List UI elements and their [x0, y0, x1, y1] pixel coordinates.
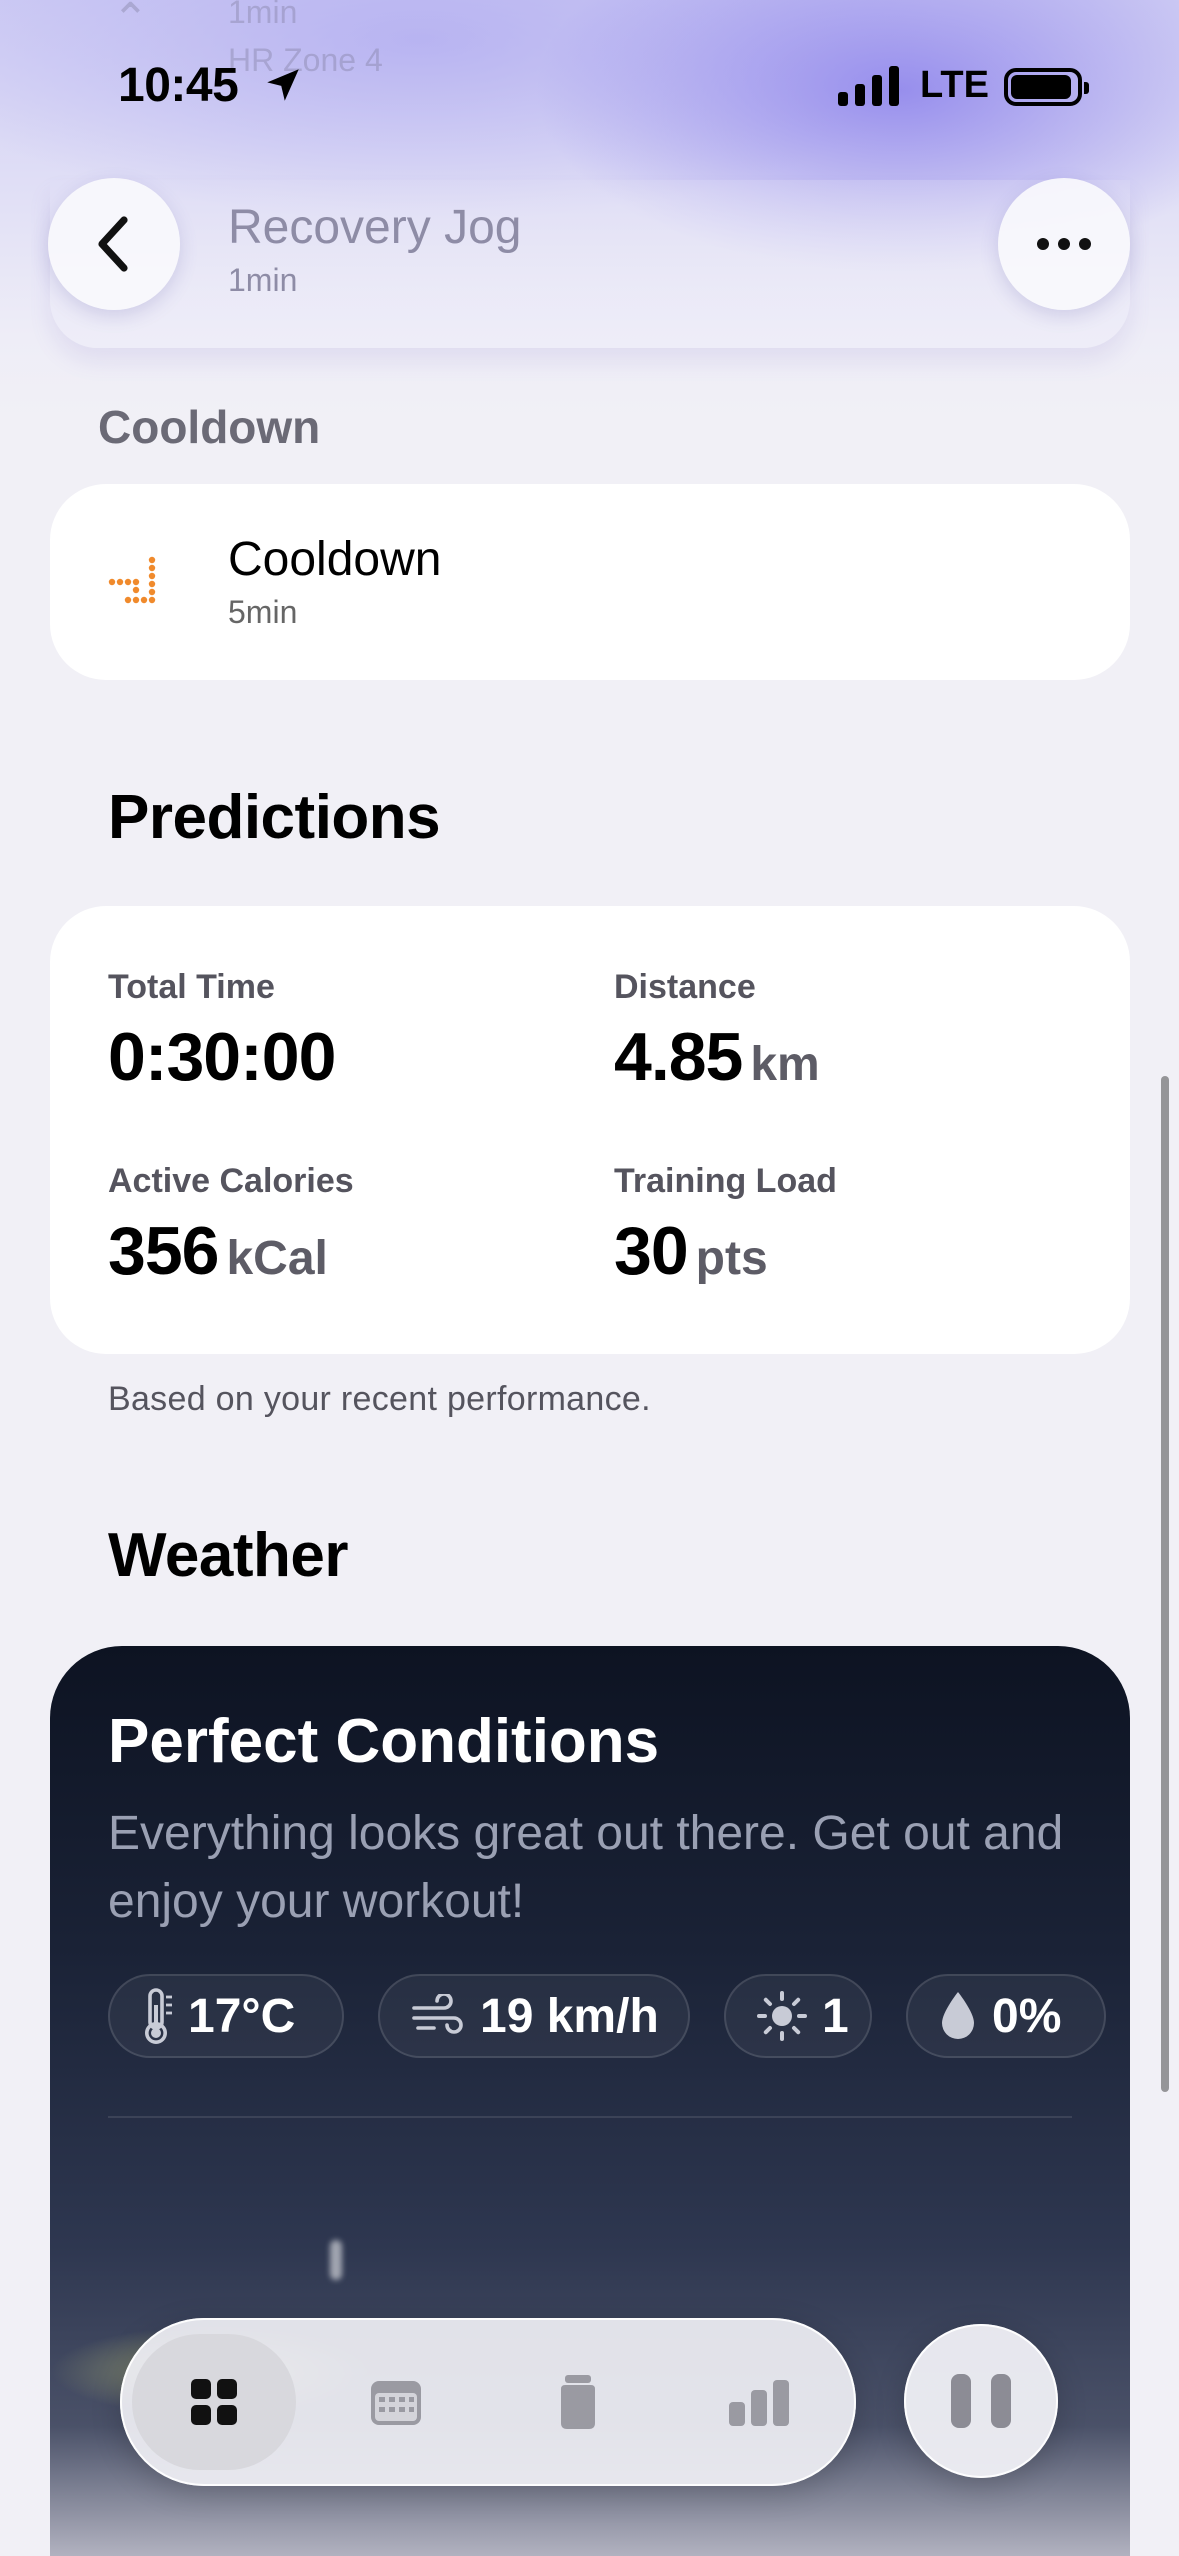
cooldown-step-duration: 5min — [228, 594, 298, 630]
predictions-heading: Predictions — [108, 783, 441, 852]
more-options-button[interactable] — [998, 178, 1130, 310]
wind-icon — [412, 1994, 463, 2034]
jar-icon — [561, 2375, 595, 2429]
tab-overview[interactable] — [132, 2334, 296, 2470]
pause-button[interactable] — [904, 2324, 1058, 2478]
status-time: 10:45 — [118, 59, 239, 112]
grid-icon — [191, 2379, 237, 2425]
training-load-value: 30 pts — [614, 1213, 768, 1289]
tab-stats[interactable] — [678, 2334, 842, 2470]
calories-unit: kCal — [226, 1232, 328, 1285]
tab-calendar[interactable] — [314, 2334, 478, 2470]
calendar-icon — [371, 2381, 421, 2425]
ghost-duration: 1min — [228, 0, 298, 30]
bar-chart-icon — [729, 2380, 789, 2426]
chevron-left-icon — [98, 216, 128, 272]
battery-icon — [1004, 68, 1089, 106]
weather-description: Everything looks great out there. Get ou… — [108, 1807, 1064, 1928]
cooldown-steps-icon — [108, 556, 156, 604]
weather-headline: Perfect Conditions — [108, 1707, 660, 1776]
thermometer-icon — [145, 1988, 172, 2044]
distance-value: 4.85 km — [614, 1019, 820, 1095]
distance-label: Distance — [614, 968, 756, 1006]
network-type: LTE — [920, 64, 989, 106]
total-time-value: 0:30:00 — [108, 1019, 336, 1095]
cooldown-step-title: Cooldown — [228, 533, 442, 586]
pause-icon-bar — [991, 2374, 1011, 2428]
temperature-value: 17°C — [188, 1989, 296, 2043]
active-calories-label: Active Calories — [108, 1162, 354, 1200]
sun-icon — [757, 1991, 807, 2041]
ghost-chevron-icon: ⌃ — [112, 0, 149, 44]
location-arrow-icon — [267, 69, 299, 101]
weather-divider — [108, 2116, 1072, 2118]
cellular-signal-icon — [838, 66, 899, 106]
uv-index-value: 1 — [822, 1989, 849, 2043]
header-bar — [50, 180, 1130, 348]
cooldown-section-label: Cooldown — [98, 401, 321, 453]
training-load-label: Training Load — [614, 1162, 837, 1200]
ellipsis-icon — [1037, 238, 1091, 250]
precipitation-chip: 0% — [906, 1974, 1106, 2058]
training-load-unit: pts — [695, 1232, 768, 1285]
pause-icon — [951, 2374, 971, 2428]
light-streak — [330, 2240, 342, 2280]
temperature-chip: 17°C — [108, 1974, 344, 2058]
scrollbar[interactable] — [1161, 1076, 1169, 2092]
ghost-zone: HR Zone 4 — [228, 42, 383, 78]
header-title: Recovery Jog — [228, 201, 522, 254]
workout-detail-screen: ⌃ 1min HR Zone 4 10:45 LTE Recovery Jog … — [0, 0, 1179, 2556]
wind-chip: 19 km/h — [378, 1974, 690, 2058]
uv-chip: 1 — [724, 1974, 872, 2058]
distance-unit: km — [750, 1038, 820, 1091]
header-subtitle: 1min — [228, 262, 298, 298]
raindrop-icon — [942, 1992, 974, 2039]
active-calories-value: 356 kCal — [108, 1213, 328, 1289]
precipitation-value: 0% — [992, 1989, 1062, 2043]
weather-heading: Weather — [108, 1521, 349, 1590]
total-time-label: Total Time — [108, 968, 275, 1006]
back-button[interactable] — [48, 178, 180, 310]
cooldown-step-card[interactable] — [50, 484, 1130, 680]
tab-library[interactable] — [496, 2334, 660, 2470]
predictions-note: Based on your recent performance. — [108, 1380, 651, 1418]
wind-value: 19 km/h — [480, 1989, 659, 2043]
